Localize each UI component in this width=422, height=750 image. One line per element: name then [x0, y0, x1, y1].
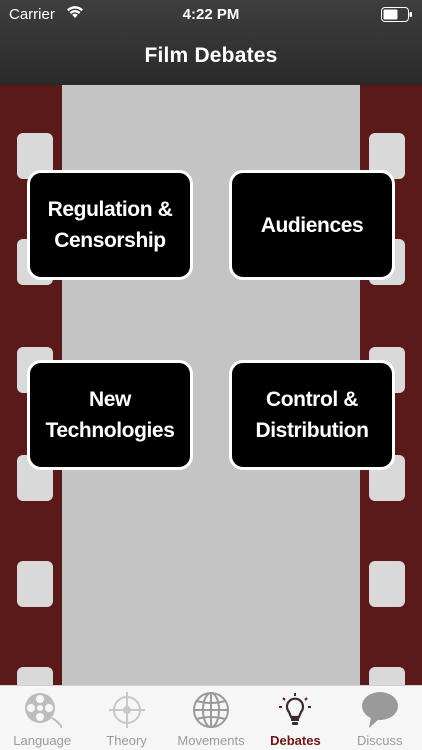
- speech-bubble-icon: [361, 692, 398, 728]
- tab-discuss[interactable]: Discuss: [338, 686, 422, 750]
- tile-label: Regulation & Censorship: [47, 198, 173, 252]
- tab-label: Movements: [177, 733, 245, 748]
- film-reel-icon: [25, 693, 63, 729]
- crosshair-icon: [108, 692, 145, 728]
- sprocket-hole: [17, 667, 53, 685]
- tab-label: Language: [13, 733, 72, 748]
- lightbulb-icon: [279, 693, 312, 725]
- status-bar: Carrier 4:22 PM: [0, 0, 422, 30]
- tab-movements[interactable]: Movements: [169, 686, 253, 750]
- tab-theory[interactable]: Theory: [84, 686, 168, 750]
- tab-label: Discuss: [357, 733, 403, 748]
- page-title: Film Debates: [144, 44, 278, 67]
- tile-label: Audiences: [260, 213, 364, 237]
- tab-label: Debates: [270, 733, 321, 748]
- tab-language[interactable]: Language: [0, 686, 84, 750]
- clock: 4:22 PM: [182, 6, 240, 23]
- battery-icon: [381, 7, 412, 22]
- sprocket-hole: [369, 561, 405, 607]
- control-distribution-button[interactable]: Control & Distribution: [229, 360, 395, 470]
- globe-icon: [192, 692, 229, 728]
- header: Carrier 4:22 PM Film Debates: [0, 0, 422, 85]
- tab-debates[interactable]: Debates: [253, 686, 337, 750]
- tab-label: Theory: [106, 733, 147, 748]
- tile-label: New Technologies: [45, 388, 175, 442]
- new-technologies-button[interactable]: New Technologies: [27, 360, 193, 470]
- audiences-button[interactable]: Audiences: [229, 170, 395, 280]
- regulation-censorship-button[interactable]: Regulation & Censorship: [27, 170, 193, 280]
- sprocket-hole: [17, 561, 53, 607]
- sprocket-hole: [369, 667, 405, 685]
- tab-bar: Language Theory Movements Debates Discus…: [0, 685, 422, 750]
- tile-label: Control & Distribution: [255, 388, 369, 442]
